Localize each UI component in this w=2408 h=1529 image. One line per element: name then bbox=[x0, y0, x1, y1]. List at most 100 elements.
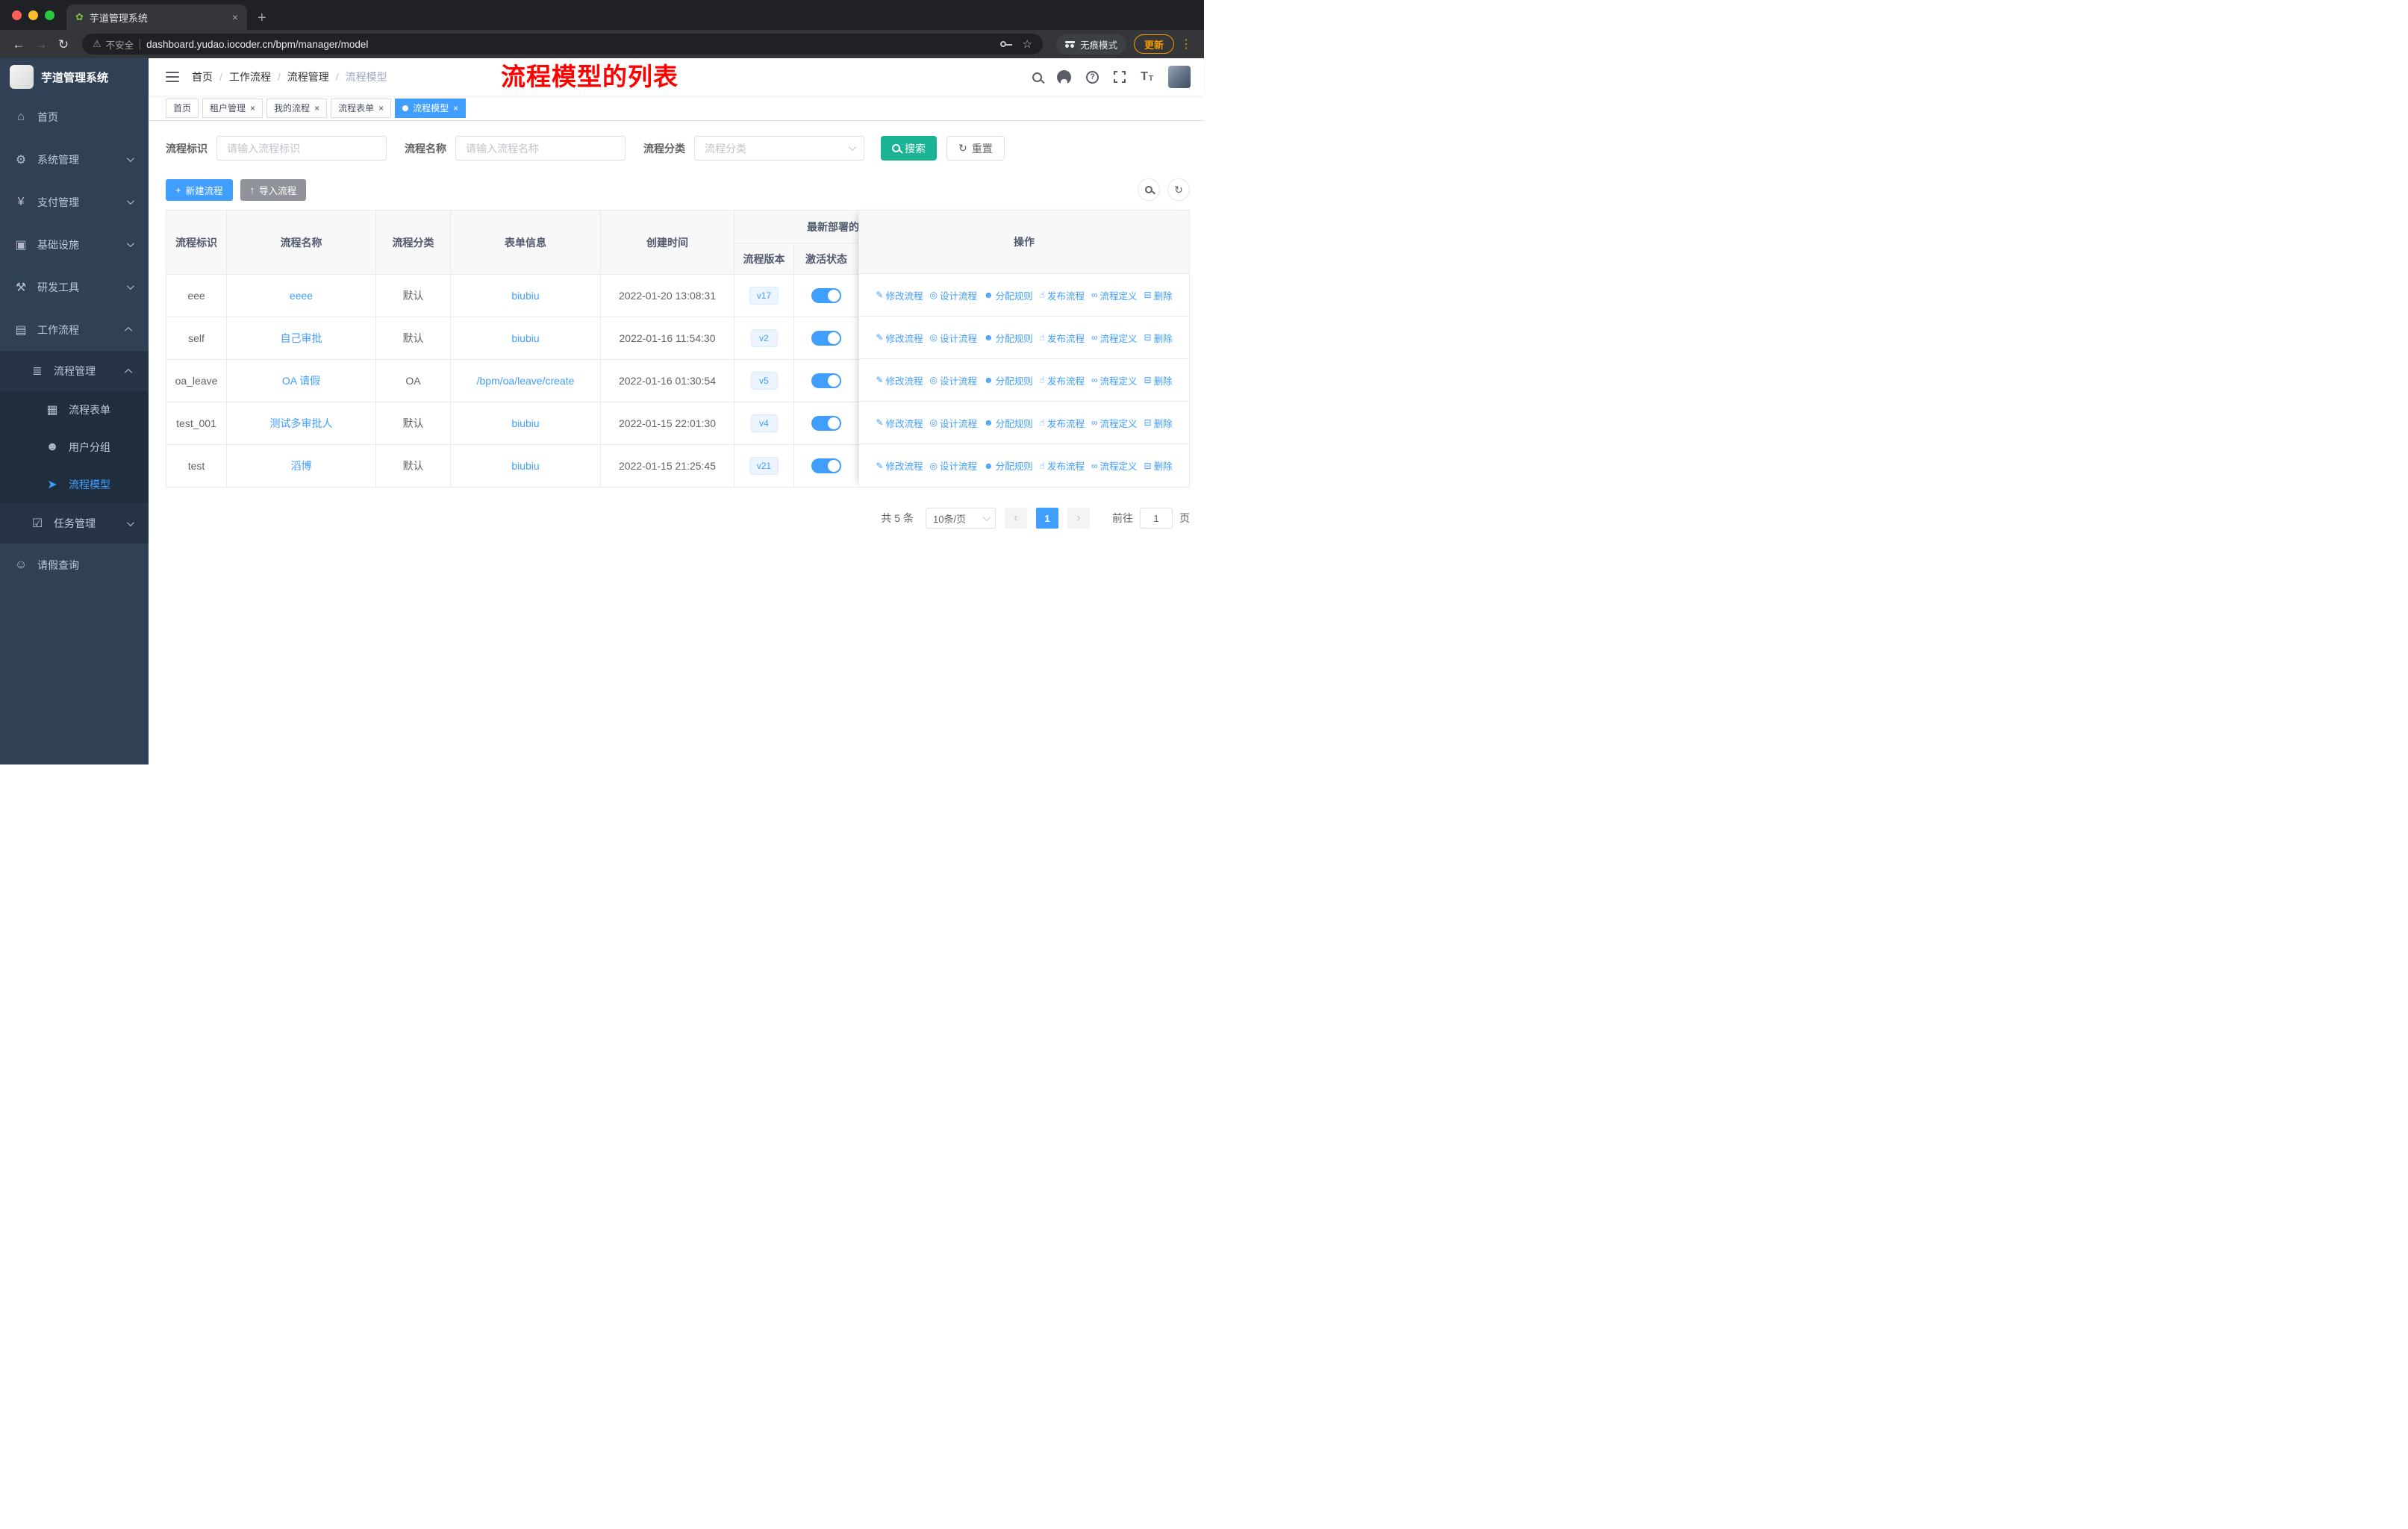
bookmark-star-icon[interactable]: ☆ bbox=[1023, 37, 1032, 51]
process-name-link[interactable]: eeee bbox=[290, 290, 313, 302]
refresh-table-button[interactable]: ↻ bbox=[1167, 178, 1190, 201]
fullscreen-icon[interactable] bbox=[1113, 70, 1127, 84]
close-icon[interactable]: × bbox=[378, 104, 384, 113]
process-name-link[interactable]: 滔博 bbox=[291, 460, 312, 472]
edit-process-link[interactable]: ✎ 修改流程 bbox=[876, 331, 923, 345]
process-definition-link[interactable]: ∞ 流程定义 bbox=[1091, 331, 1138, 345]
close-icon[interactable]: × bbox=[314, 104, 319, 113]
form-link[interactable]: biubiu bbox=[511, 290, 539, 302]
sidebar-item-infrastructure[interactable]: ▣ 基础设施 bbox=[0, 223, 149, 266]
breadcrumb-workflow[interactable]: 工作流程 bbox=[229, 69, 271, 84]
breadcrumb-process-management[interactable]: 流程管理 bbox=[287, 69, 329, 84]
form-link[interactable]: biubiu bbox=[511, 417, 539, 429]
tab-close-icon[interactable]: × bbox=[232, 11, 238, 23]
tag-process-model[interactable]: 流程模型 × bbox=[395, 98, 467, 118]
close-icon[interactable]: × bbox=[250, 104, 255, 113]
design-process-link[interactable]: ◎ 设计流程 bbox=[929, 458, 977, 473]
reload-button[interactable]: ↻ bbox=[52, 38, 75, 51]
goto-page-input[interactable] bbox=[1140, 508, 1173, 529]
tag-home[interactable]: 首页 bbox=[166, 98, 199, 118]
edit-process-link[interactable]: ✎ 修改流程 bbox=[876, 373, 923, 387]
font-size-icon[interactable]: TT bbox=[1141, 71, 1153, 83]
close-icon[interactable]: × bbox=[453, 104, 458, 113]
sidebar-item-process-form[interactable]: ▦ 流程表单 bbox=[0, 391, 149, 429]
design-process-link[interactable]: ◎ 设计流程 bbox=[929, 288, 977, 302]
tag-tenant-management[interactable]: 租户管理 × bbox=[202, 98, 263, 118]
sidebar-item-workflow[interactable]: ▤ 工作流程 bbox=[0, 308, 149, 351]
delete-process-link[interactable]: ⊟ 删除 bbox=[1144, 288, 1173, 302]
edit-process-link[interactable]: ✎ 修改流程 bbox=[876, 416, 923, 430]
delete-process-link[interactable]: ⊟ 删除 bbox=[1144, 458, 1173, 473]
edit-process-link[interactable]: ✎ 修改流程 bbox=[876, 288, 923, 302]
active-status-toggle[interactable] bbox=[811, 416, 841, 431]
design-process-link[interactable]: ◎ 设计流程 bbox=[929, 331, 977, 345]
tag-my-process[interactable]: 我的流程 × bbox=[266, 98, 328, 118]
active-status-toggle[interactable] bbox=[811, 373, 841, 388]
sidebar-item-task-management[interactable]: ☑ 任务管理 bbox=[0, 503, 149, 544]
sidebar-toggle-button[interactable] bbox=[166, 72, 179, 82]
assign-rule-link[interactable]: ☻ 分配规则 bbox=[984, 416, 1033, 430]
form-link[interactable]: /bpm/oa/leave/create bbox=[477, 375, 575, 387]
active-status-toggle[interactable] bbox=[811, 288, 841, 303]
assign-rule-link[interactable]: ☻ 分配规则 bbox=[984, 288, 1033, 302]
edit-process-link[interactable]: ✎ 修改流程 bbox=[876, 458, 923, 473]
sidebar-item-home[interactable]: ⌂ 首页 bbox=[0, 96, 149, 138]
page-size-select[interactable]: 10条/页 bbox=[926, 508, 996, 529]
github-icon[interactable] bbox=[1057, 69, 1072, 84]
deploy-process-link[interactable]: ☝ 发布流程 bbox=[1040, 373, 1085, 387]
delete-process-link[interactable]: ⊟ 删除 bbox=[1144, 416, 1173, 430]
url-text[interactable]: dashboard.yudao.iocoder.cn/bpm/manager/m… bbox=[146, 39, 994, 50]
traffic-light-close[interactable] bbox=[12, 10, 22, 20]
design-process-link[interactable]: ◎ 设计流程 bbox=[929, 416, 977, 430]
delete-process-link[interactable]: ⊟ 删除 bbox=[1144, 373, 1173, 387]
sidebar-item-payment[interactable]: ¥ 支付管理 bbox=[0, 181, 149, 223]
deploy-process-link[interactable]: ☝ 发布流程 bbox=[1040, 288, 1085, 302]
tag-process-form[interactable]: 流程表单 × bbox=[331, 98, 392, 118]
assign-rule-link[interactable]: ☻ 分配规则 bbox=[984, 373, 1033, 387]
toggle-search-button[interactable] bbox=[1138, 178, 1160, 201]
process-definition-link[interactable]: ∞ 流程定义 bbox=[1091, 373, 1138, 387]
search-icon[interactable] bbox=[1032, 72, 1043, 82]
form-link[interactable]: biubiu bbox=[511, 332, 539, 344]
password-key-icon[interactable] bbox=[999, 41, 1012, 47]
deploy-process-link[interactable]: ☝ 发布流程 bbox=[1040, 331, 1085, 345]
sidebar-item-user-group[interactable]: ☻ 用户分组 bbox=[0, 429, 149, 466]
sidebar-item-leave-query[interactable]: ☺ 请假查询 bbox=[0, 544, 149, 586]
assign-rule-link[interactable]: ☻ 分配规则 bbox=[984, 458, 1033, 473]
new-tab-button[interactable]: + bbox=[258, 10, 266, 25]
browser-tab[interactable]: ✿ 芋道管理系统 × bbox=[66, 4, 247, 30]
process-definition-link[interactable]: ∞ 流程定义 bbox=[1091, 458, 1138, 473]
browser-update-button[interactable]: 更新 bbox=[1133, 34, 1174, 54]
traffic-light-minimize[interactable] bbox=[28, 10, 38, 20]
reset-button[interactable]: ↻ 重置 bbox=[946, 136, 1005, 161]
assign-rule-link[interactable]: ☻ 分配规则 bbox=[984, 331, 1033, 345]
form-link[interactable]: biubiu bbox=[511, 460, 539, 472]
process-name-link[interactable]: 测试多审批人 bbox=[270, 417, 333, 429]
deploy-process-link[interactable]: ☝ 发布流程 bbox=[1040, 458, 1085, 473]
back-button[interactable]: ← bbox=[7, 38, 30, 51]
page-1-button[interactable]: 1 bbox=[1036, 508, 1058, 529]
category-select[interactable]: 流程分类 bbox=[694, 136, 864, 161]
browser-menu-button[interactable]: ⋮ bbox=[1180, 37, 1192, 52]
import-process-button[interactable]: ↑ 导入流程 bbox=[240, 178, 307, 201]
help-icon[interactable]: ? bbox=[1086, 70, 1099, 84]
traffic-light-zoom[interactable] bbox=[45, 10, 54, 20]
delete-process-link[interactable]: ⊟ 删除 bbox=[1144, 331, 1173, 345]
search-button[interactable]: 搜索 bbox=[881, 136, 937, 161]
forward-button[interactable]: → bbox=[30, 38, 52, 51]
avatar[interactable] bbox=[1168, 66, 1191, 88]
process-name-link[interactable]: OA 请假 bbox=[282, 375, 320, 387]
design-process-link[interactable]: ◎ 设计流程 bbox=[929, 373, 977, 387]
process-name-link[interactable]: 自己审批 bbox=[281, 332, 322, 344]
process-definition-link[interactable]: ∞ 流程定义 bbox=[1091, 288, 1138, 302]
active-status-toggle[interactable] bbox=[811, 458, 841, 473]
sidebar-item-process-model[interactable]: ➤ 流程模型 bbox=[0, 466, 149, 503]
breadcrumb-home[interactable]: 首页 bbox=[192, 69, 213, 84]
site-security-chip[interactable]: ⚠ 不安全 bbox=[93, 37, 134, 52]
active-status-toggle[interactable] bbox=[811, 331, 841, 346]
deploy-process-link[interactable]: ☝ 发布流程 bbox=[1040, 416, 1085, 430]
process-name-input[interactable] bbox=[455, 136, 626, 161]
sidebar-item-process-management[interactable]: ≣ 流程管理 bbox=[0, 351, 149, 391]
prev-page-button[interactable]: ‹ bbox=[1005, 508, 1027, 529]
process-definition-link[interactable]: ∞ 流程定义 bbox=[1091, 416, 1138, 430]
